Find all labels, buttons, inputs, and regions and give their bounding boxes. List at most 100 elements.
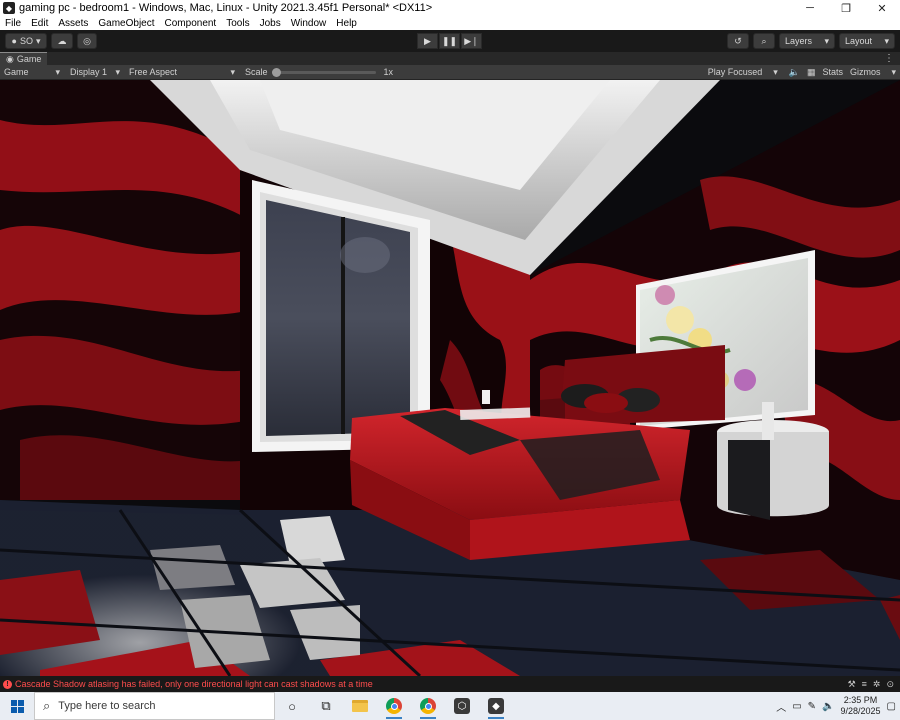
gizmos-label: Gizmos [850, 67, 881, 77]
pause-button[interactable]: ❚❚ [439, 33, 460, 49]
menu-bar: File Edit Assets GameObject Component To… [0, 16, 900, 30]
menu-jobs[interactable]: Jobs [255, 18, 286, 29]
start-button[interactable] [0, 692, 34, 720]
chevron-down-icon: ▾ [230, 66, 235, 77]
game-mode-label: Game [4, 67, 29, 77]
chevron-down-icon: ▾ [35, 35, 41, 46]
unity-editor-icon[interactable]: ◆ [479, 692, 513, 720]
clock-time: 2:35 PM [843, 695, 878, 705]
menu-edit[interactable]: Edit [26, 18, 53, 29]
game-view-right-controls: Play Focused ▾ 🔈 ▦ Stats Gizmos ▾ [704, 65, 900, 80]
task-view-icon[interactable]: ⧉ [309, 692, 343, 720]
taskbar-search[interactable]: ⌕ Type here to search [34, 692, 275, 720]
account-button[interactable]: ● SO ▾ [5, 33, 47, 49]
volume-icon[interactable]: 🔈 [822, 701, 834, 712]
settings-icon[interactable]: ⊙ [886, 679, 894, 690]
taskbar-clock[interactable]: 2:35 PM 9/28/2025 [841, 695, 881, 717]
menu-tools[interactable]: Tools [221, 18, 254, 29]
close-button[interactable]: ✕ [864, 0, 900, 16]
play-mode-label: Play Focused [707, 67, 763, 77]
menu-file[interactable]: File [0, 18, 26, 29]
display-dropdown[interactable]: Display 1 ▾ [66, 65, 124, 80]
status-icons: ⚒ ≡ ✲ ⊙ [848, 679, 900, 690]
stats-button[interactable]: Stats [822, 67, 843, 77]
menu-window[interactable]: Window [286, 18, 332, 29]
chrome-canary-icon[interactable] [377, 692, 411, 720]
console-status-bar[interactable]: ! Cascade Shadow atlasing has failed, on… [0, 676, 900, 692]
tab-game[interactable]: ◉ Game [0, 52, 48, 65]
pen-icon[interactable]: ✎ [808, 701, 816, 712]
scale-value: 1x [383, 67, 394, 77]
tab-game-label: Game [16, 54, 42, 64]
layers-label: Layers [785, 36, 813, 46]
bedroom-scene [0, 80, 900, 676]
play-controls: ▶ ❚❚ ▶❘ [417, 33, 483, 49]
search-button[interactable]: ⌕ [753, 33, 775, 49]
menu-gameobject[interactable]: GameObject [93, 18, 159, 29]
display-label: Display 1 [70, 67, 108, 77]
chevron-down-icon: ▾ [55, 66, 60, 77]
status-message: Cascade Shadow atlasing has failed, only… [15, 679, 373, 689]
error-icon: ! [3, 679, 12, 689]
system-tray: ︿ ▭ ✎ 🔈 2:35 PM 9/28/2025 ▢ [776, 695, 900, 717]
step-button[interactable]: ▶❘ [461, 33, 482, 49]
more-options-icon[interactable]: ⋮ [884, 53, 900, 64]
step-icon: ▶❘ [464, 35, 479, 46]
chevron-down-icon: ▾ [891, 66, 896, 77]
scale-slider[interactable] [271, 67, 376, 77]
debug-icon[interactable]: ✲ [873, 679, 881, 690]
menu-assets[interactable]: Assets [53, 18, 93, 29]
pause-icon: ❚❚ [441, 35, 458, 46]
gizmos-dropdown[interactable]: Gizmos ▾ [850, 65, 896, 80]
history-icon: ↺ [734, 35, 742, 46]
minimize-button[interactable]: ─ [792, 0, 828, 16]
window-title-bar: ◆ gaming pc - bedroom1 - Windows, Mac, L… [0, 0, 900, 16]
history-button[interactable]: ↺ [727, 33, 749, 49]
aspect-label: Free Aspect [129, 67, 178, 77]
game-view-toolbar: Game ▾ Display 1 ▾ Free Aspect ▾ Scale 1… [0, 65, 900, 80]
scale-control: Scale 1x [245, 67, 393, 77]
unity-hub-icon[interactable]: ⬡ [445, 692, 479, 720]
chevron-down-icon: ▾ [824, 35, 829, 46]
play-icon: ▶ [424, 35, 431, 46]
game-viewport[interactable] [0, 80, 900, 676]
account-label: SO [19, 36, 33, 46]
chevron-down-icon: ▾ [884, 35, 889, 46]
grid-icon[interactable]: ▦ [807, 67, 816, 78]
windows-logo-icon [10, 699, 24, 713]
play-mode-dropdown[interactable]: Play Focused ▾ [704, 65, 782, 80]
chrome-icon[interactable] [411, 692, 445, 720]
aspect-dropdown[interactable]: Free Aspect ▾ [125, 65, 239, 80]
search-icon: ⌕ [43, 698, 51, 713]
unity-app-icon: ◆ [3, 2, 15, 14]
clock-date: 9/28/2025 [840, 706, 881, 716]
main-toolbar: ● SO ▾ ☁ ◎ ▶ ❚❚ ▶❘ ↺ ⌕ Layers ▾ Layout ▾ [0, 30, 900, 52]
toolbar-right: ↺ ⌕ Layers ▾ Layout ▾ [727, 33, 895, 49]
scale-slider-thumb[interactable] [271, 67, 281, 77]
cloud-button[interactable]: ☁ [51, 33, 73, 49]
chevron-up-icon[interactable]: ︿ [776, 699, 786, 714]
file-explorer-icon[interactable] [343, 692, 377, 720]
maximize-button[interactable]: ❐ [828, 0, 864, 16]
game-mode-dropdown[interactable]: Game ▾ [0, 65, 64, 80]
cache-icon[interactable]: ≡ [862, 679, 867, 690]
scale-label: Scale [245, 67, 268, 77]
play-button[interactable]: ▶ [417, 33, 438, 49]
notification-icon[interactable]: ▢ [887, 701, 896, 712]
layout-label: Layout [845, 36, 873, 46]
progress-icon[interactable]: ⚒ [848, 679, 856, 690]
cloud-icon: ☁ [57, 35, 67, 46]
menu-help[interactable]: Help [331, 18, 362, 29]
collab-button[interactable]: ◎ [77, 33, 97, 49]
audio-mute-icon[interactable]: 🔈 [789, 67, 800, 78]
layout-dropdown[interactable]: Layout ▾ [839, 33, 895, 49]
search-icon: ⌕ [761, 35, 767, 46]
account-icon: ● [11, 36, 17, 46]
menu-component[interactable]: Component [160, 18, 222, 29]
network-icon[interactable]: ▭ [792, 701, 801, 712]
cortana-icon[interactable]: ○ [275, 692, 309, 720]
layers-dropdown[interactable]: Layers ▾ [779, 33, 835, 49]
window-title: gaming pc - bedroom1 - Windows, Mac, Lin… [19, 2, 433, 14]
taskbar-search-placeholder: Type here to search [58, 700, 156, 712]
windows-taskbar: ⌕ Type here to search ○ ⧉ ⬡ ◆ ︿ ▭ ✎ 🔈 2:… [0, 692, 900, 720]
